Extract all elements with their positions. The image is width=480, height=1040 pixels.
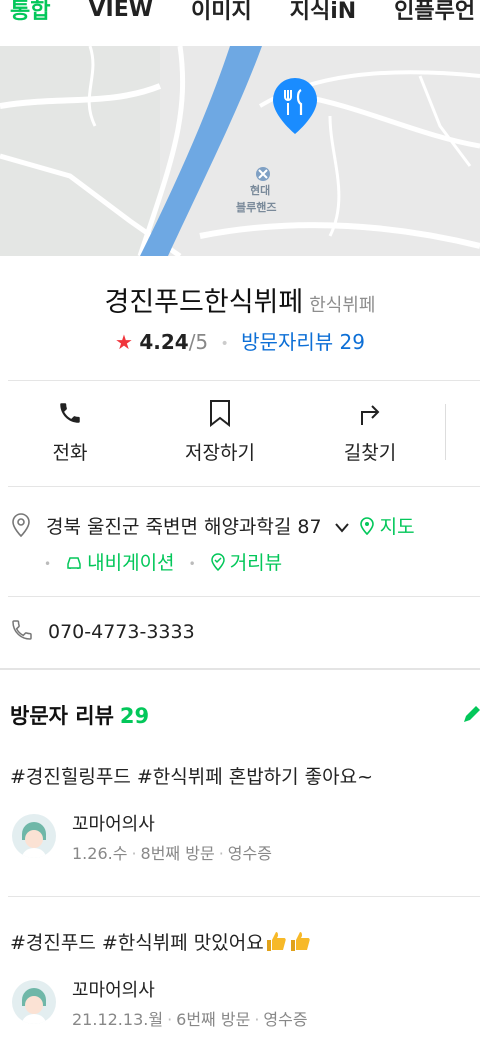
review-text: #경진푸드 #한식뷔페 맛있어요 [10, 932, 264, 954]
repair-shop-icon [256, 167, 270, 181]
tab-all[interactable]: 통합 [10, 0, 50, 25]
tab-influencer[interactable]: 인플루언 [394, 0, 475, 25]
place-title-row: 경진푸드한식뷔페 한식뷔페 [0, 280, 480, 319]
write-review-pencil-icon[interactable] [462, 704, 480, 724]
review-visit-count: 6번째 방문 [176, 1010, 251, 1029]
map-poi-label: 현대 [250, 184, 271, 197]
directions-icon [361, 405, 380, 425]
divider [8, 596, 480, 597]
address-sub-row: • 내비게이션 • 거리뷰 [44, 548, 282, 575]
map-view[interactable]: 현대 블루핸즈 [0, 46, 480, 256]
rating-row: ★ 4.24/5 • 방문자리뷰 29 [0, 326, 480, 355]
directions-button[interactable]: 길찾기 [310, 398, 430, 465]
reviews-count: 29 [119, 704, 150, 728]
action-bar: 전화 저장하기 길찾기 [0, 398, 480, 468]
map-graphic [0, 46, 480, 256]
divider [8, 486, 480, 487]
map-poi-label-2: 블루핸즈 [236, 201, 277, 214]
street-view-icon [210, 553, 225, 572]
review-date: 1.26.수 [72, 844, 128, 863]
directions-label: 길찾기 [343, 442, 397, 464]
phone-outline-icon [10, 618, 34, 647]
save-button[interactable]: 저장하기 [160, 398, 280, 465]
reviews-header: 방문자 리뷰 29 [10, 700, 149, 730]
section-divider [0, 668, 480, 670]
avatar [12, 980, 56, 1024]
phone-icon [60, 403, 80, 423]
map-link-label: 지도 [379, 516, 415, 538]
call-button[interactable]: 전화 [10, 398, 130, 465]
place-category: 한식뷔페 [309, 295, 376, 316]
review-receipt: 영수증 [227, 844, 272, 863]
star-icon: ★ [115, 330, 133, 354]
review-text: #경진힐링푸드 #한식뷔페 혼밥하기 좋아요~ [10, 766, 374, 788]
bookmark-icon [210, 400, 230, 427]
review-author[interactable]: 꼬마어의사 [72, 810, 155, 836]
divider [8, 380, 480, 381]
thumbs-up-icon [290, 932, 310, 951]
place-name: 경진푸드한식뷔페 [104, 287, 304, 318]
navigation-label: 내비게이션 [87, 552, 175, 574]
tab-images[interactable]: 이미지 [191, 0, 252, 25]
chevron-down-icon[interactable] [334, 517, 350, 539]
separator-dot: • [44, 556, 52, 571]
rating-max: /5 [188, 330, 209, 354]
street-view-link[interactable]: 거리뷰 [210, 552, 282, 574]
save-label: 저장하기 [185, 442, 255, 464]
reviews-title: 방문자 리뷰 [10, 704, 114, 728]
tab-kin[interactable]: 지식iN [290, 0, 356, 25]
tab-view[interactable]: VIEW [88, 0, 153, 22]
address-row: 경북 울진군 죽변면 해양과학길 87 지도 [10, 512, 480, 543]
call-label: 전화 [52, 442, 88, 464]
thumbs-up-icon [266, 932, 286, 951]
review-author[interactable]: 꼬마어의사 [72, 976, 155, 1002]
review-receipt: 영수증 [263, 1010, 308, 1029]
navigation-link[interactable]: 내비게이션 [65, 552, 175, 574]
phone-number[interactable]: 070-4773-3333 [48, 621, 195, 643]
review-visit-count: 8번째 방문 [140, 844, 215, 863]
map-link[interactable]: 지도 [359, 516, 415, 538]
review-date: 21.12.13.월 [72, 1010, 164, 1029]
address-text: 경북 울진군 죽변면 해양과학길 87 [46, 516, 322, 538]
car-icon [67, 557, 81, 569]
location-pin-icon [10, 512, 32, 543]
visitor-reviews-link[interactable]: 방문자리뷰 29 [241, 330, 365, 354]
search-tabs: 통합 VIEW 이미지 지식iN 인플루언 [0, 0, 480, 32]
review-text-row: #경진푸드 #한식뷔페 맛있어요 [10, 928, 312, 955]
review-meta: 1.26.수 · 8번째 방문 · 영수증 [72, 844, 272, 863]
phone-row[interactable]: 070-4773-3333 [10, 618, 195, 647]
rating-score: 4.24 [139, 330, 189, 354]
separator-dot: • [220, 335, 229, 352]
street-view-label: 거리뷰 [229, 552, 283, 574]
avatar [12, 814, 56, 858]
map-marker-icon [359, 517, 374, 536]
review-meta: 21.12.13.월 · 6번째 방문 · 영수증 [72, 1010, 308, 1029]
divider [8, 896, 480, 897]
separator-dot: • [188, 556, 196, 571]
action-separator [445, 404, 446, 460]
